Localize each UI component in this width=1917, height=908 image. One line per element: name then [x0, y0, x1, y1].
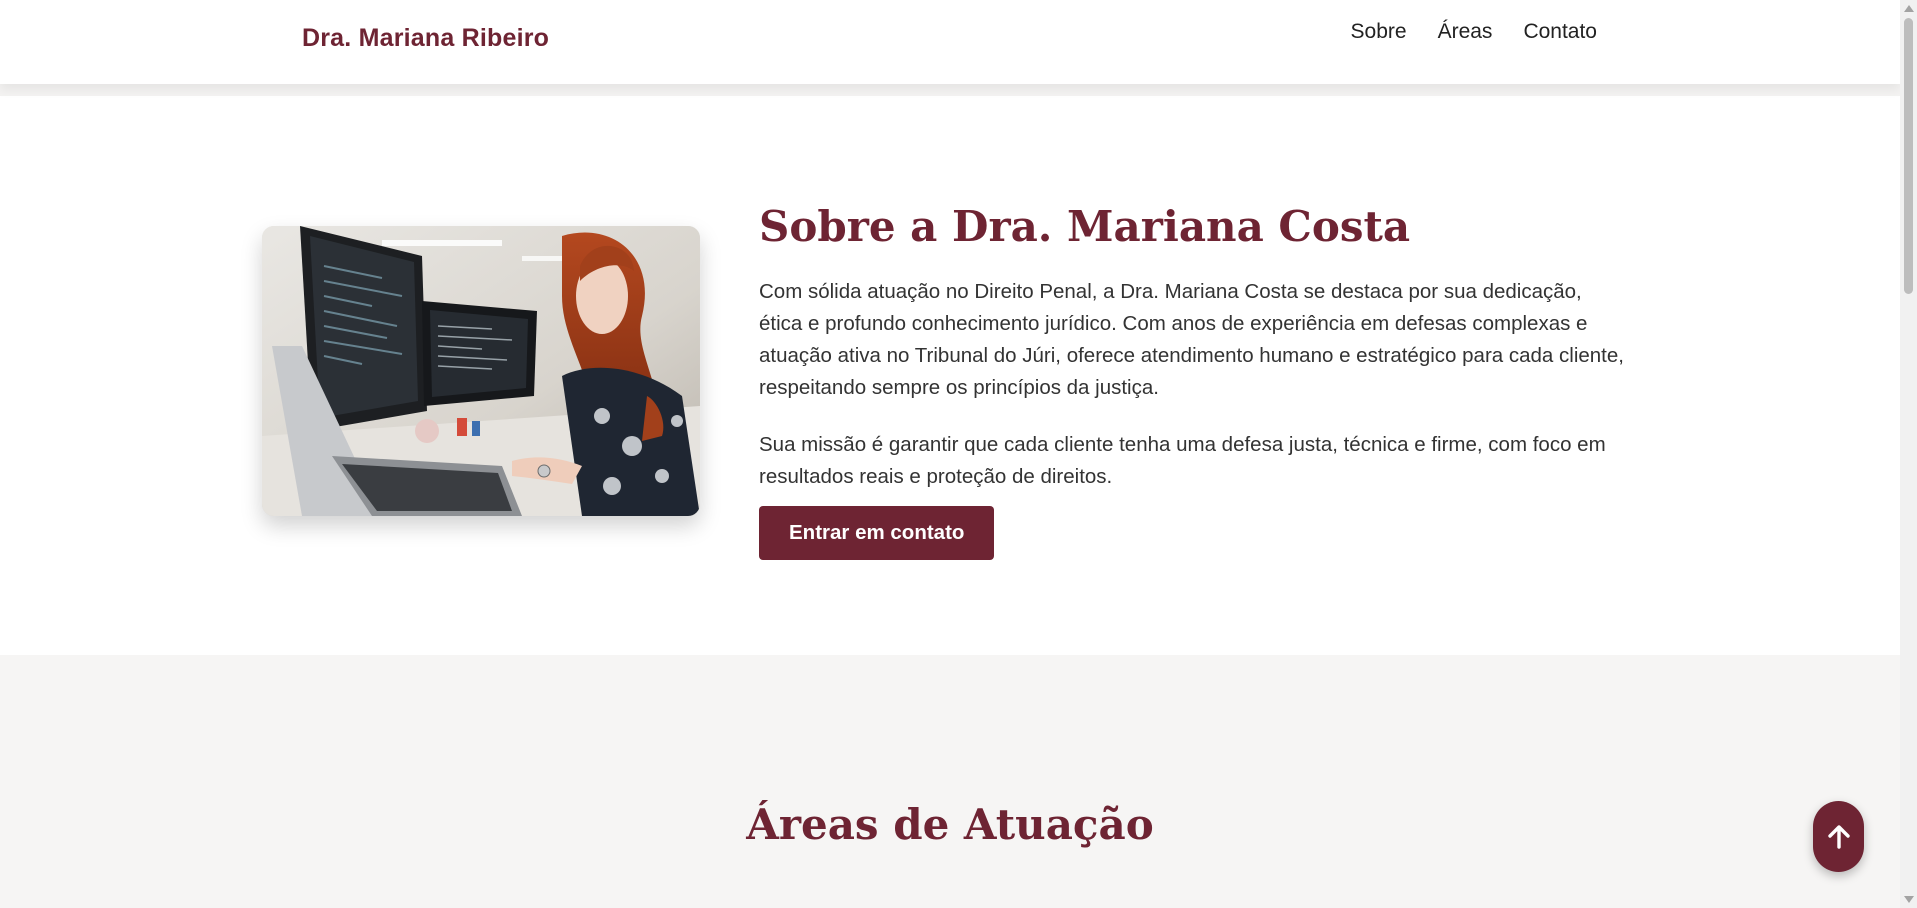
scroll-up-arrow-icon[interactable] [1904, 5, 1914, 12]
nav-link-contato[interactable]: Contato [1523, 20, 1597, 44]
areas-title: Áreas de Atuação [746, 800, 1154, 849]
vertical-scrollbar[interactable] [1900, 0, 1917, 908]
contact-button[interactable]: Entrar em contato [759, 506, 995, 561]
arrow-up-icon [1827, 824, 1850, 849]
scroll-down-arrow-icon[interactable] [1904, 896, 1914, 903]
main-nav: Sobre Áreas Contato [1351, 20, 1597, 44]
about-paragraph: Com sólida atuação no Direito Penal, a D… [759, 280, 1624, 400]
page: Dra. Mariana Ribeiro Sobre Áreas Contato [0, 0, 1900, 908]
nav-link-sobre[interactable]: Sobre [1351, 20, 1407, 44]
lawyer-photo [262, 226, 700, 516]
scrollbar-thumb[interactable] [1904, 18, 1913, 294]
brand-logo[interactable]: Dra. Mariana Ribeiro [302, 24, 549, 53]
header-divider [0, 84, 1900, 96]
areas-section: Áreas de Atuação [0, 655, 1900, 908]
about-content: Sobre a Dra. Mariana Costa Com sólida at… [759, 202, 1629, 561]
back-to-top-button[interactable] [1813, 801, 1864, 872]
about-paragraph: Sua missão é garantir que cada cliente t… [759, 433, 1606, 489]
nav-link-areas[interactable]: Áreas [1438, 20, 1493, 44]
site-header: Dra. Mariana Ribeiro Sobre Áreas Contato [0, 0, 1900, 84]
about-title: Sobre a Dra. Mariana Costa [759, 202, 1411, 251]
about-section: Sobre a Dra. Mariana Costa Com sólida at… [0, 96, 1900, 655]
